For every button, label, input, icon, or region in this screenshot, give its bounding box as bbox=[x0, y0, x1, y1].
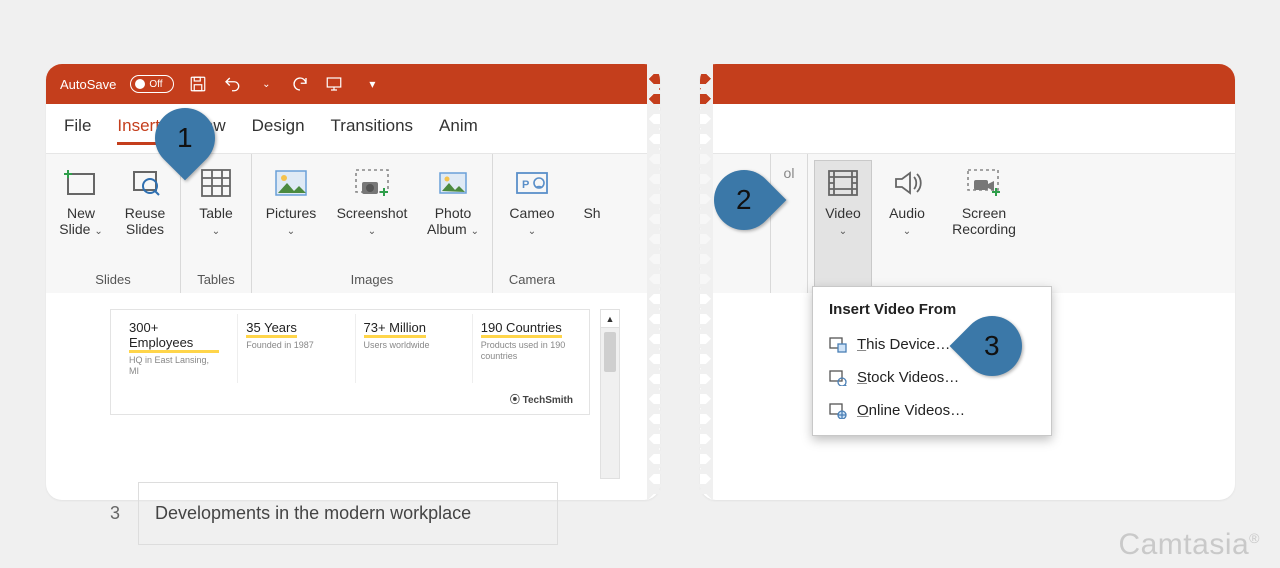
group-label-images: Images bbox=[351, 270, 394, 291]
slide-thumbnail-2[interactable]: 300+ Employees HQ in East Lansing, MI 35… bbox=[110, 309, 590, 415]
torn-edge-right bbox=[647, 64, 661, 500]
tab-file[interactable]: File bbox=[64, 116, 91, 145]
torn-edge-left bbox=[699, 64, 713, 500]
title-bar-right: . bbox=[700, 64, 1235, 104]
slide-thumbnail-3[interactable]: 3 Developments in the modern workplace bbox=[110, 482, 558, 545]
autosave-toggle[interactable]: Off bbox=[130, 75, 174, 93]
ribbon-group-slides: New Slide ⌄ Reuse Slides Slides bbox=[46, 154, 181, 293]
shapes-button-cut[interactable]: Sh bbox=[577, 160, 607, 291]
undo-icon[interactable] bbox=[222, 74, 242, 94]
reuse-slides-button[interactable]: Reuse Slides bbox=[116, 160, 174, 270]
screen-recording-button[interactable]: Screen Recording bbox=[942, 160, 1026, 291]
qat-customize-icon[interactable]: ▾ bbox=[362, 74, 382, 94]
ribbon-insert: New Slide ⌄ Reuse Slides Slides Table⌄ bbox=[46, 153, 660, 293]
powerpoint-window-left: AutoSave Off ⌄ ▾ File Insert Draw Design… bbox=[46, 64, 660, 500]
stock-videos-icon bbox=[829, 370, 847, 386]
tab-transitions[interactable]: Transitions bbox=[331, 116, 414, 145]
screenshot-icon bbox=[353, 165, 391, 201]
tab-animations[interactable]: Anim bbox=[439, 116, 478, 145]
audio-icon bbox=[888, 165, 926, 201]
pictures-button[interactable]: Pictures⌄ bbox=[258, 160, 324, 270]
scroll-thumb[interactable] bbox=[604, 332, 616, 372]
reuse-slides-icon bbox=[126, 165, 164, 201]
stat-users: 73+ Million Users worldwide bbox=[355, 314, 462, 383]
cameo-button[interactable]: P Cameo⌄ bbox=[499, 160, 565, 270]
ribbon-group-images: Pictures⌄ Screenshot⌄ Photo Album ⌄ Imag… bbox=[252, 154, 493, 293]
title-bar: AutoSave Off ⌄ ▾ bbox=[46, 64, 660, 104]
thumbnail-scrollbar[interactable]: ▲ bbox=[600, 309, 620, 479]
this-device-icon bbox=[829, 337, 847, 353]
video-button[interactable]: Video⌄ bbox=[814, 160, 872, 291]
slide-3-title: Developments in the modern workplace bbox=[138, 482, 558, 545]
ribbon-group-media: Video⌄ Audio⌄ Screen Recording bbox=[808, 154, 1032, 293]
dropdown-header: Insert Video From bbox=[813, 297, 1051, 328]
ribbon-tabs: File Insert Draw Design Transitions Anim bbox=[46, 104, 660, 153]
tab-design[interactable]: Design bbox=[252, 116, 305, 145]
undo-dropdown-icon[interactable]: ⌄ bbox=[256, 74, 276, 94]
photo-album-button[interactable]: Photo Album ⌄ bbox=[420, 160, 486, 270]
new-slide-button[interactable]: New Slide ⌄ bbox=[52, 160, 110, 270]
svg-text:P: P bbox=[522, 179, 529, 191]
stat-countries: 190 Countries Products used in 190 count… bbox=[472, 314, 579, 383]
stat-years: 35 Years Founded in 1987 bbox=[237, 314, 344, 383]
present-icon[interactable] bbox=[324, 74, 344, 94]
ribbon-group-tables: Table⌄ Tables bbox=[181, 154, 252, 293]
online-videos-icon bbox=[829, 403, 847, 419]
menu-online-videos[interactable]: Online Videos… bbox=[813, 394, 1051, 427]
audio-button[interactable]: Audio⌄ bbox=[878, 160, 936, 291]
ribbon-media: ol Video⌄ Audio⌄ bbox=[700, 153, 1235, 293]
group-label-slides: Slides bbox=[95, 270, 130, 291]
video-icon bbox=[824, 165, 862, 201]
powerpoint-window-right: . . ol Video⌄ bbox=[700, 64, 1235, 500]
menu-stock-videos[interactable]: Stock Videos… bbox=[813, 361, 1051, 394]
slide-number-3: 3 bbox=[110, 503, 120, 524]
screenshot-button[interactable]: Screenshot⌄ bbox=[330, 160, 414, 270]
group-label-tables: Tables bbox=[197, 270, 235, 291]
ribbon-group-camera: P Cameo⌄ Camera bbox=[493, 154, 571, 293]
photo-album-icon bbox=[434, 165, 472, 201]
table-button[interactable]: Table⌄ bbox=[187, 160, 245, 270]
cameo-icon: P bbox=[513, 165, 551, 201]
new-slide-icon bbox=[62, 165, 100, 201]
table-icon bbox=[197, 165, 235, 201]
autosave-label: AutoSave bbox=[60, 77, 116, 92]
save-icon[interactable] bbox=[188, 74, 208, 94]
techsmith-logo: ⦿ TechSmith bbox=[111, 387, 589, 414]
pictures-icon bbox=[272, 165, 310, 201]
ribbon-unknown-cut[interactable]: ol bbox=[777, 160, 801, 291]
camtasia-watermark: Camtasia® bbox=[1118, 528, 1260, 562]
screen-recording-icon bbox=[965, 165, 1003, 201]
tab-insert[interactable]: Insert bbox=[117, 116, 160, 145]
scroll-up-icon[interactable]: ▲ bbox=[601, 310, 619, 328]
redo-icon[interactable] bbox=[290, 74, 310, 94]
group-label-camera: Camera bbox=[509, 270, 555, 291]
stat-employees: 300+ Employees HQ in East Lansing, MI bbox=[121, 314, 227, 383]
